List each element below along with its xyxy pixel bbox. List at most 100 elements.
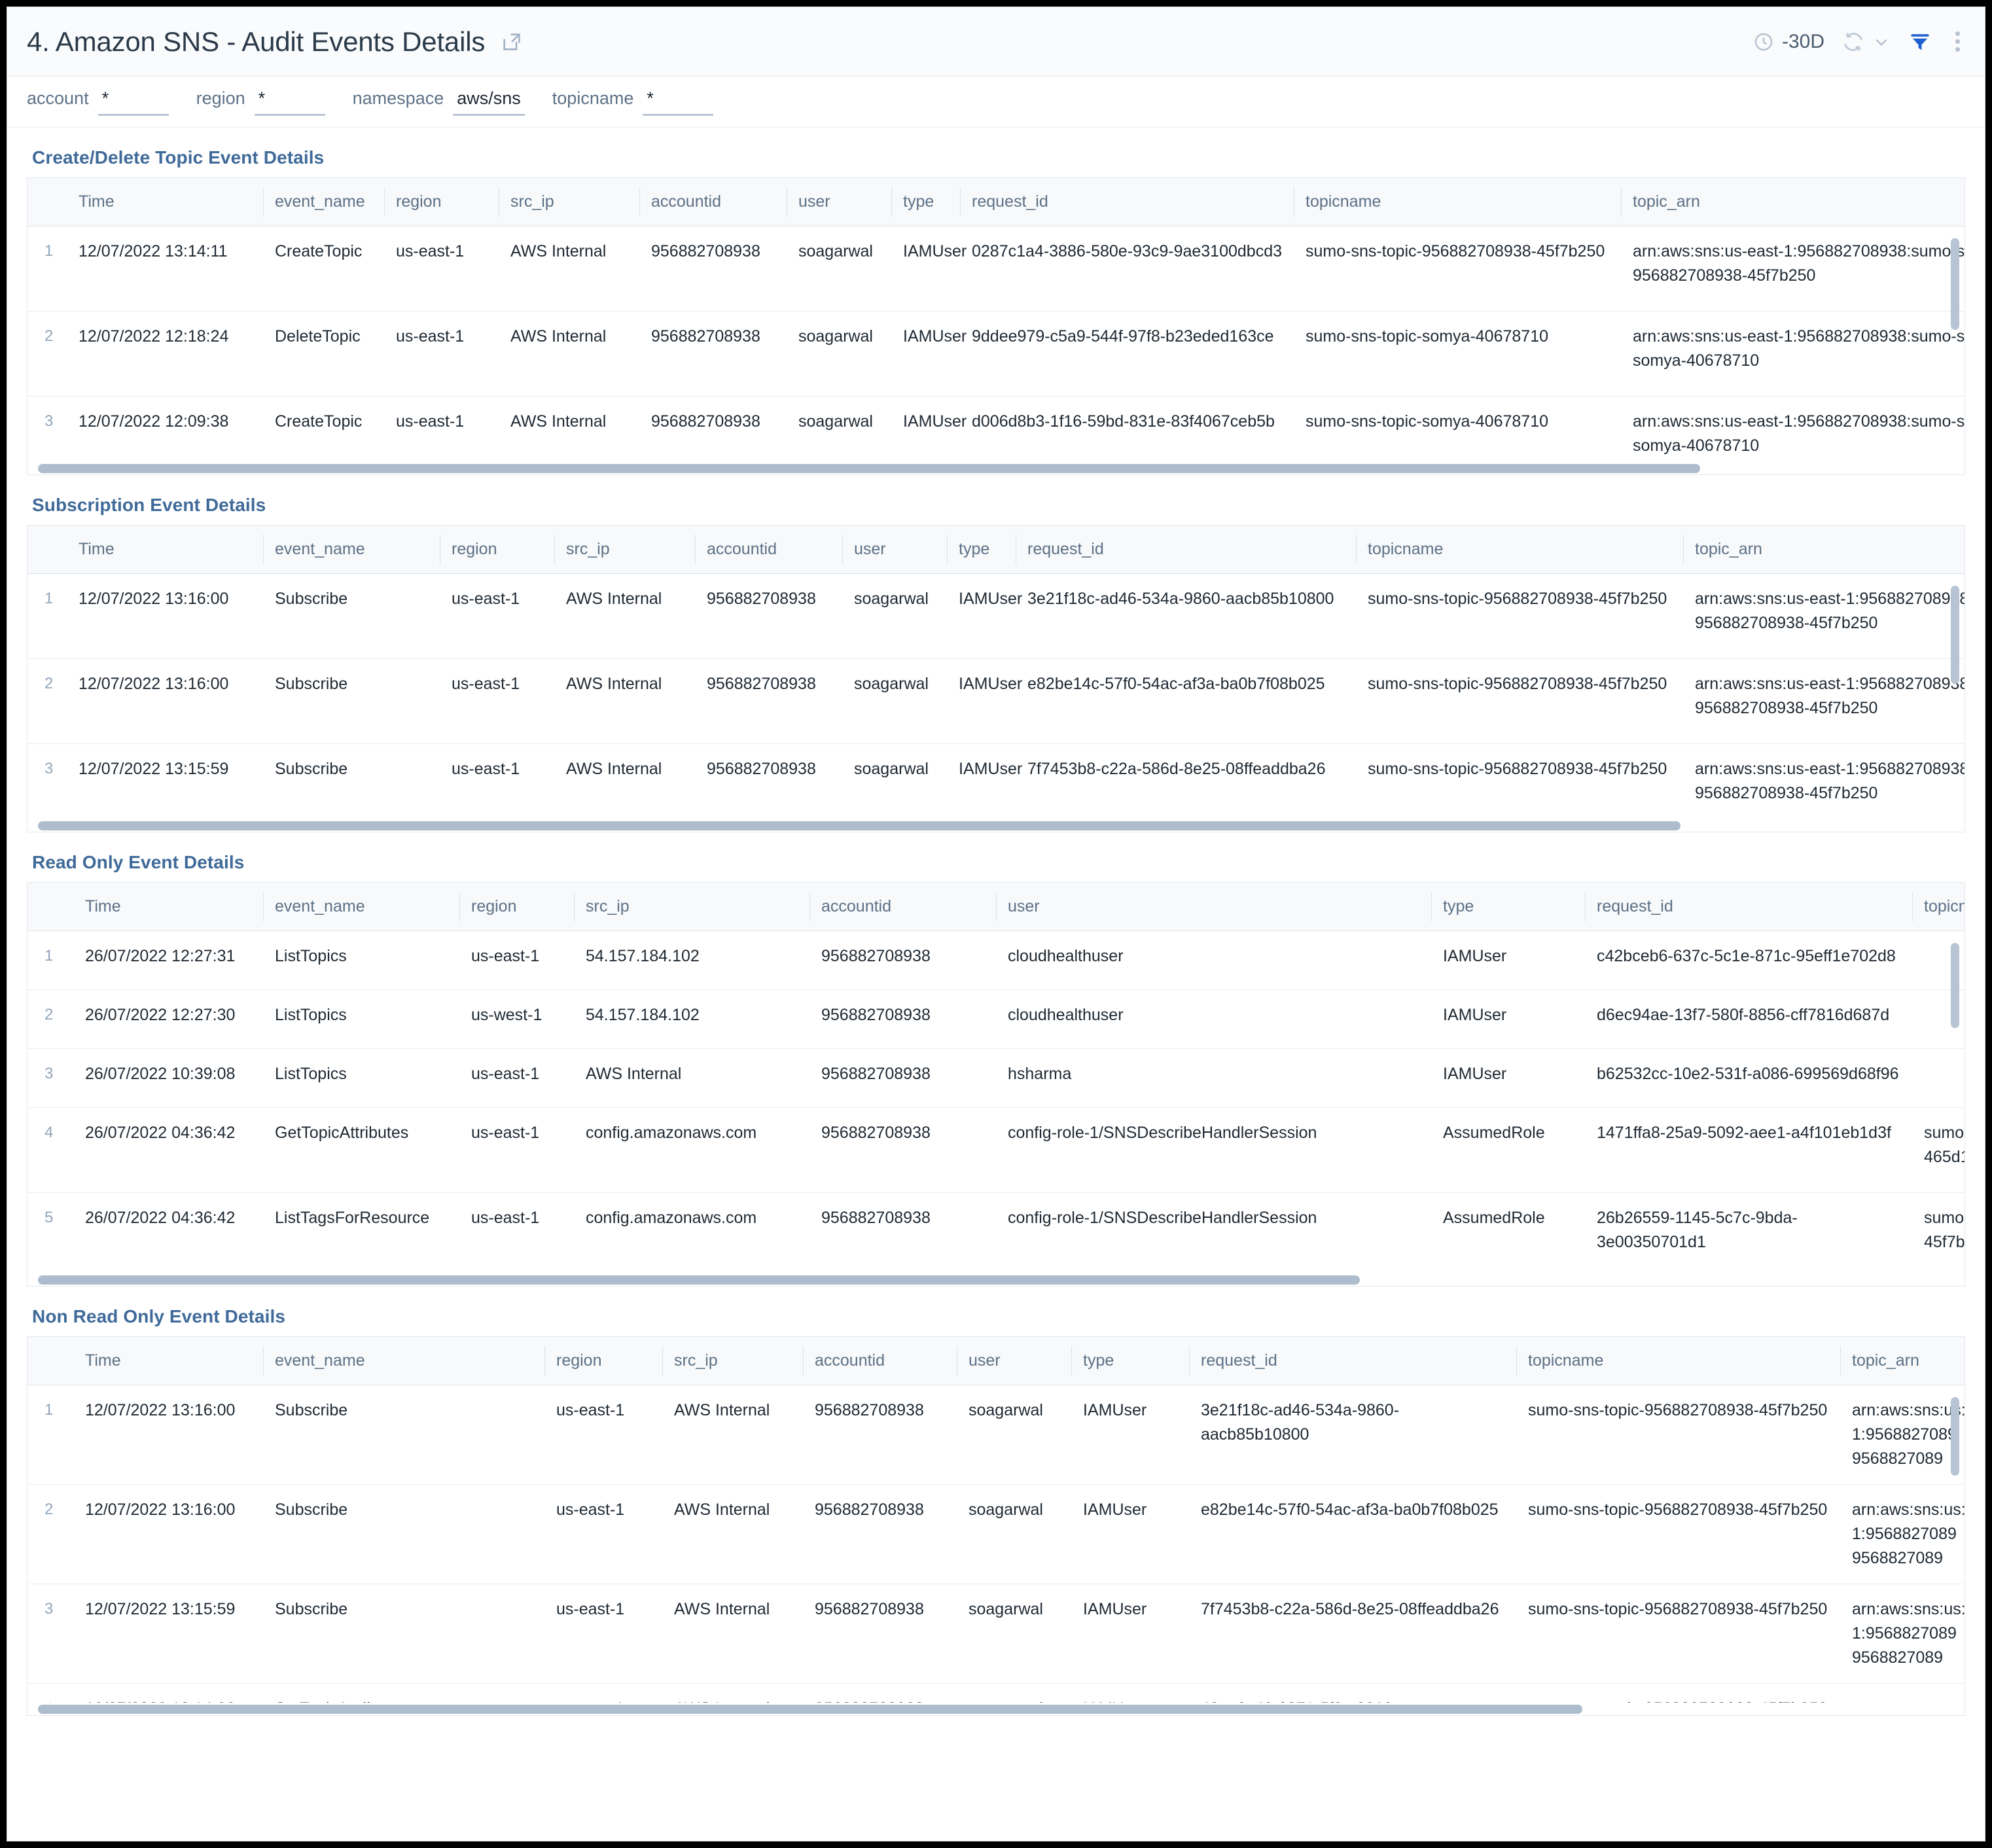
cell-region: us-east-1 [384,226,499,311]
vertical-scrollbar-thumb[interactable] [1951,238,1959,330]
table-row[interactable]: 3 12/07/2022 13:15:59 Subscribe us-east-… [27,744,1965,820]
col-user[interactable]: user [996,883,1431,931]
col-accountid[interactable]: accountid [695,525,842,574]
table-row[interactable]: 1 26/07/2022 12:27:31 ListTopics us-east… [27,931,1965,990]
cell-type: IAMUser [891,311,960,397]
cell-event_name: Subscribe [263,744,440,820]
col-time[interactable]: Time [73,883,263,931]
table-row[interactable]: 1 12/07/2022 13:16:00 Subscribe us-east-… [27,574,1965,659]
table-row[interactable]: 1 12/07/2022 13:14:11 CreateTopic us-eas… [27,226,1965,311]
col-user[interactable]: user [957,1337,1071,1385]
col-type[interactable]: type [1071,1337,1189,1385]
time-range-picker[interactable]: -30D [1753,31,1824,53]
col-time[interactable]: Time [67,178,263,226]
horizontal-scrollbar[interactable] [27,1273,1965,1287]
horizontal-scrollbar-thumb[interactable] [38,1705,1582,1714]
filter-account[interactable]: account * [27,88,169,116]
panel-non-read-only-event-details: Non Read Only Event Details Time event_n… [27,1301,1965,1716]
panel-title: Create/Delete Topic Event Details [27,142,1965,177]
col-topic_arn[interactable]: topic_arn [1621,178,1965,226]
col-request_id[interactable]: request_id [1189,1337,1516,1385]
filter-namespace-value[interactable]: aws/sns [453,90,525,116]
col-type[interactable]: type [1431,883,1585,931]
horizontal-scrollbar[interactable] [27,462,1965,475]
col-topic_arn[interactable]: topic_arn [1683,525,1965,574]
cell-request_id: e82be14c-57f0-54ac-af3a-ba0b7f08b025 [1189,1485,1516,1584]
col-src_ip[interactable]: src_ip [574,883,809,931]
col-accountid[interactable]: accountid [803,1337,957,1385]
table-row[interactable]: 5 26/07/2022 04:36:42 ListTagsForResourc… [27,1193,1965,1274]
col-type[interactable]: type [891,178,960,226]
more-options-icon[interactable] [1949,29,1966,54]
cell-event_name: Subscribe [263,1584,544,1684]
cell-region: us-east-1 [459,1049,574,1108]
table-row[interactable]: 3 12/07/2022 12:09:38 CreateTopic us-eas… [27,397,1965,463]
filter-account-value[interactable]: * [98,90,169,116]
filter-namespace[interactable]: namespace aws/sns [353,88,525,116]
cell-request_id: 7f7453b8-c22a-586d-8e25-08ffeaddba26 [1189,1584,1516,1684]
col-topic_arn[interactable]: topic_arn [1840,1337,1965,1385]
vertical-scrollbar-thumb[interactable] [1951,1397,1959,1476]
filter-region[interactable]: region * [196,88,325,116]
cell-type: AssumedRole [1431,1108,1585,1193]
col-type[interactable]: type [947,525,1016,574]
filter-topicname[interactable]: topicname * [552,88,714,116]
col-event_name[interactable]: event_name [263,525,440,574]
table-row[interactable]: 2 12/07/2022 13:16:00 Subscribe us-east-… [27,1485,1965,1584]
cell-user: soagarwal [957,1485,1071,1584]
filter-region-value[interactable]: * [255,90,325,116]
table-row[interactable]: 2 12/07/2022 12:18:24 DeleteTopic us-eas… [27,311,1965,397]
col-src_ip[interactable]: src_ip [662,1337,803,1385]
cell-topicname: sumo-sns-topic-956882708938-45f7b250 [1356,659,1683,744]
table-row[interactable]: 4 26/07/2022 04:36:42 GetTopicAttributes… [27,1108,1965,1193]
horizontal-scrollbar-thumb[interactable] [38,1275,1360,1285]
filter-icon[interactable] [1908,30,1932,54]
table-row[interactable]: 4 12/07/2022 13:14:26 SetTopicAttributes… [27,1684,1965,1703]
col-src_ip[interactable]: src_ip [499,178,639,226]
col-region[interactable]: region [544,1337,662,1385]
cell-time: 12/07/2022 13:16:00 [67,574,263,659]
horizontal-scrollbar[interactable] [27,819,1965,832]
col-request_id[interactable]: request_id [960,178,1294,226]
col-user[interactable]: user [787,178,891,226]
horizontal-scrollbar-thumb[interactable] [38,821,1681,830]
col-src_ip[interactable]: src_ip [554,525,695,574]
col-topicname[interactable]: topicname [1912,883,1965,931]
refresh-control[interactable] [1841,30,1891,54]
col-user[interactable]: user [842,525,947,574]
col-event_name[interactable]: event_name [263,1337,544,1385]
cell-type: IAMUser [1431,990,1585,1049]
col-accountid[interactable]: accountid [639,178,787,226]
panel-header: 4. Amazon SNS - Audit Events Details -30… [7,7,1985,77]
col-request_id[interactable]: request_id [1016,525,1356,574]
col-region[interactable]: region [440,525,554,574]
col-time[interactable]: Time [73,1337,263,1385]
table-row[interactable]: 1 12/07/2022 13:16:00 Subscribe us-east-… [27,1385,1965,1485]
table-container: Time event_name region src_ip accountid … [27,177,1965,475]
table-row[interactable]: 2 12/07/2022 13:16:00 Subscribe us-east-… [27,659,1965,744]
vertical-scrollbar-thumb[interactable] [1951,943,1959,1028]
horizontal-scrollbar-thumb[interactable] [38,464,1700,473]
cell-time: 12/07/2022 13:14:26 [73,1684,263,1703]
table-row[interactable]: 2 26/07/2022 12:27:30 ListTopics us-west… [27,990,1965,1049]
col-request_id[interactable]: request_id [1585,883,1912,931]
cell-region: us-east-1 [544,1385,662,1485]
table-row[interactable]: 3 12/07/2022 13:15:59 Subscribe us-east-… [27,1584,1965,1684]
cell-topicname: sumo-sns-topic-somya-40678710 [1294,311,1621,397]
cell-user: soagarwal [787,397,891,463]
col-region[interactable]: region [384,178,499,226]
share-export-icon[interactable] [501,31,523,53]
col-accountid[interactable]: accountid [809,883,996,931]
table-header-row: Time event_name region src_ip accountid … [27,1337,1965,1385]
col-region[interactable]: region [459,883,574,931]
filter-topicname-value[interactable]: * [643,90,713,116]
col-event_name[interactable]: event_name [263,883,459,931]
col-time[interactable]: Time [67,525,263,574]
horizontal-scrollbar[interactable] [27,1703,1965,1716]
vertical-scrollbar-thumb[interactable] [1951,586,1959,684]
col-event_name[interactable]: event_name [263,178,384,226]
col-topicname[interactable]: topicname [1356,525,1683,574]
table-row[interactable]: 3 26/07/2022 10:39:08 ListTopics us-east… [27,1049,1965,1108]
col-topicname[interactable]: topicname [1516,1337,1840,1385]
col-topicname[interactable]: topicname [1294,178,1621,226]
